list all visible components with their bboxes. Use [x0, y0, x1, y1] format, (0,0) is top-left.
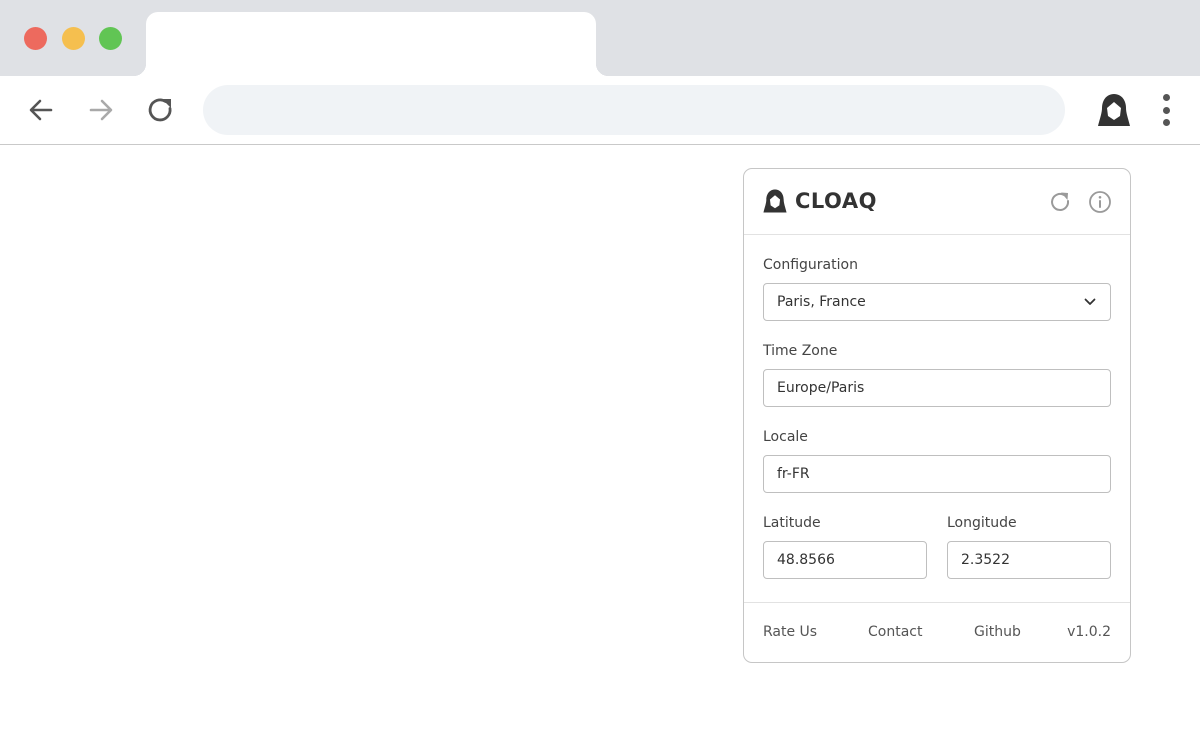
- brand: CLOAQ: [762, 188, 877, 214]
- refresh-icon: [1051, 192, 1070, 211]
- cloaq-popup: CLOAQ Configuration Paris, France Time Z…: [743, 168, 1131, 663]
- timezone-label: Time Zone: [763, 343, 838, 359]
- latitude-input[interactable]: [763, 541, 927, 579]
- reload-icon: [148, 98, 172, 122]
- latitude-group: Latitude: [763, 515, 927, 579]
- back-button[interactable]: [26, 95, 56, 125]
- popup-body: Configuration Paris, France Time Zone Lo…: [744, 257, 1130, 579]
- rate-us-link[interactable]: Rate Us: [763, 624, 817, 640]
- browser-toolbar: [0, 76, 1200, 145]
- popup-footer: Rate Us Contact Github v1.0.2: [744, 602, 1130, 662]
- window-close-button[interactable]: [24, 27, 47, 50]
- forward-button[interactable]: [86, 95, 116, 125]
- configuration-select[interactable]: Paris, France: [763, 283, 1111, 321]
- refresh-button[interactable]: [1048, 190, 1072, 214]
- cloaq-extension-button[interactable]: [1096, 92, 1132, 128]
- chevron-down-icon: [1084, 298, 1096, 305]
- reload-button[interactable]: [146, 95, 176, 125]
- coordinates-row: Latitude Longitude: [763, 515, 1111, 579]
- longitude-label: Longitude: [947, 515, 1017, 531]
- configuration-label: Configuration: [763, 257, 858, 273]
- configuration-value: Paris, France: [777, 294, 866, 310]
- address-bar[interactable]: [203, 85, 1065, 135]
- popup-header: CLOAQ: [744, 169, 1130, 235]
- latitude-label: Latitude: [763, 515, 821, 531]
- kebab-dot: [1162, 119, 1170, 126]
- hooded-figure-icon: [763, 189, 787, 213]
- contact-link[interactable]: Contact: [868, 624, 922, 640]
- browser-tab[interactable]: [134, 12, 608, 76]
- info-icon: [1089, 191, 1111, 213]
- window-minimize-button[interactable]: [62, 27, 85, 50]
- hooded-figure-icon: [1098, 94, 1130, 126]
- kebab-dot: [1162, 94, 1170, 101]
- locale-input[interactable]: [763, 455, 1111, 493]
- browser-menu-button[interactable]: [1156, 92, 1176, 128]
- kebab-dot: [1162, 106, 1170, 114]
- info-button[interactable]: [1088, 190, 1112, 214]
- longitude-group: Longitude: [947, 515, 1111, 579]
- browser-titlebar: [0, 0, 1200, 76]
- forward-arrow-icon: [89, 99, 113, 121]
- brand-name: CLOAQ: [795, 189, 877, 213]
- locale-label: Locale: [763, 429, 808, 445]
- longitude-input[interactable]: [947, 541, 1111, 579]
- back-arrow-icon: [29, 99, 53, 121]
- version-label: v1.0.2: [1067, 624, 1111, 640]
- window-maximize-button[interactable]: [99, 27, 122, 50]
- github-link[interactable]: Github: [974, 624, 1021, 640]
- timezone-input[interactable]: [763, 369, 1111, 407]
